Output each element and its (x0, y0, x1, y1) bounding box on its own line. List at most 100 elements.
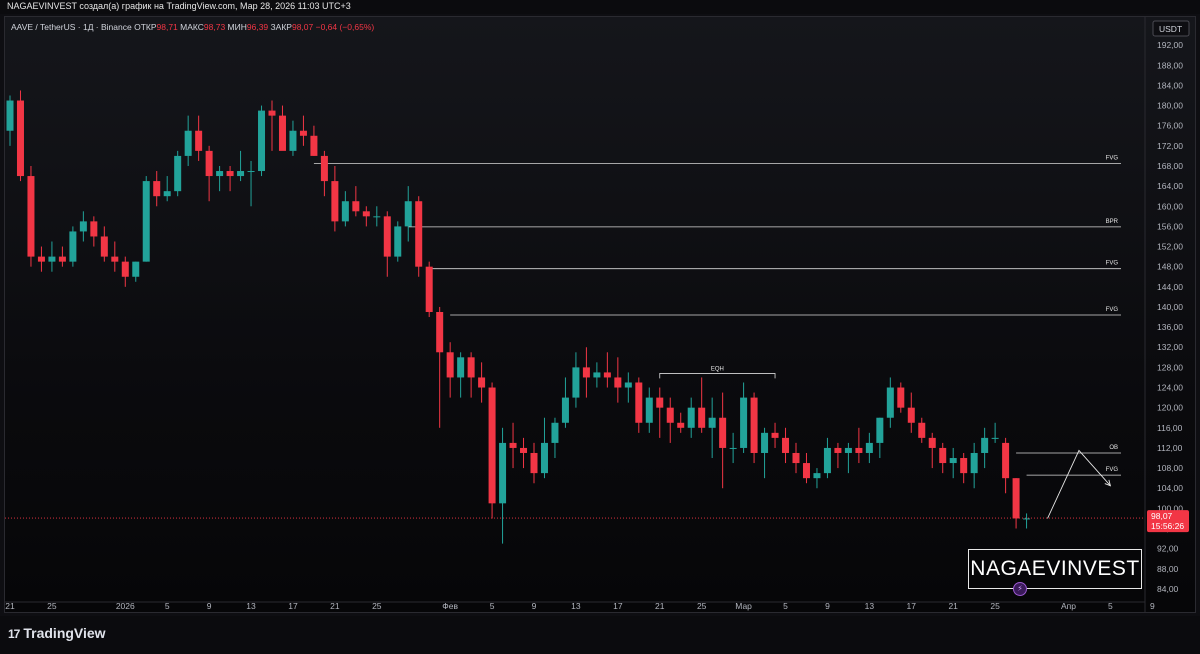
candle-body (1002, 442, 1010, 479)
candle-body (457, 357, 465, 378)
candle-body (184, 130, 192, 156)
candle-body (289, 130, 297, 151)
x-tick-label: 13 (571, 601, 581, 611)
candle-body (991, 437, 999, 439)
candle-body (79, 221, 87, 232)
candle-body (761, 432, 769, 453)
candle-body (383, 216, 391, 257)
level-label: FVG (1106, 467, 1119, 473)
level-label: FVG (1106, 155, 1119, 161)
y-tick-label: 176,00 (1157, 121, 1183, 131)
y-tick-label: 140,00 (1157, 302, 1183, 312)
candle-body (876, 417, 884, 443)
candle-body (603, 372, 611, 378)
candlestick-chart[interactable]: 84,0088,0092,0096,00100,00104,00108,0011… (5, 17, 1195, 612)
lightning-icon: ⚡ (1013, 582, 1027, 596)
candle-body (425, 266, 433, 312)
candle-body (729, 447, 737, 449)
legend-symbol: AAVE / TetherUS · 1Д · Binance (11, 22, 132, 32)
y-tick-label: 124,00 (1157, 383, 1183, 393)
candle-body (939, 447, 947, 464)
candle-body (436, 312, 444, 353)
eqh-bracket (659, 373, 776, 379)
candle-body (415, 201, 423, 267)
tradingview-logo-text: TradingView (23, 625, 106, 641)
legend-change: −0,64 (−0,65%) (313, 22, 374, 32)
y-tick-label: 92,00 (1157, 544, 1179, 554)
candle-body (352, 201, 360, 212)
candle-body (16, 100, 24, 177)
candle-body (226, 171, 234, 177)
candle-body (865, 442, 873, 453)
candle-body (310, 135, 318, 156)
candle-body (467, 357, 475, 378)
author-watermark: NAGAEVINVEST (968, 549, 1142, 589)
candle-body (656, 397, 664, 408)
candle-body (928, 437, 936, 448)
y-tick-label: 144,00 (1157, 282, 1183, 292)
x-tick-label: 5 (165, 601, 170, 611)
legend-high-value: 98,73 (204, 22, 226, 32)
candle-body (855, 447, 863, 453)
legend-open-value: 98,71 (157, 22, 179, 32)
x-tick-label: Мар (735, 601, 752, 611)
y-tick-label: 164,00 (1157, 181, 1183, 191)
candle-body (153, 181, 161, 197)
candle-body (48, 256, 56, 262)
x-tick-label: 21 (330, 601, 340, 611)
chart-header-bar: NAGAEVINVEST создал(а) график на Trading… (0, 0, 1200, 14)
candle-body (719, 417, 727, 448)
x-tick-label: 5 (490, 601, 495, 611)
chart-panel[interactable]: 84,0088,0092,0096,00100,00104,00108,0011… (4, 16, 1196, 613)
candle-body (771, 432, 779, 438)
x-tick-label: 17 (907, 601, 917, 611)
x-tick-label: 25 (990, 601, 1000, 611)
candle-body (792, 452, 800, 464)
y-tick-label: 108,00 (1157, 463, 1183, 473)
candle-body (216, 171, 224, 177)
candle-body (258, 110, 266, 172)
x-tick-label: 25 (697, 601, 707, 611)
candle-body (635, 382, 643, 423)
candle-body (740, 397, 748, 448)
y-tick-label: 88,00 (1157, 564, 1179, 574)
candle-body (897, 387, 905, 408)
x-tick-label: 13 (865, 601, 875, 611)
footer-bar (0, 616, 1200, 654)
y-tick-label: 192,00 (1157, 40, 1183, 50)
candle-body (100, 236, 108, 257)
candle-body (813, 473, 821, 479)
candle-body (970, 452, 978, 474)
candle-body (572, 367, 580, 398)
tradingview-logo[interactable]: 17 TradingView (8, 625, 106, 641)
legend-low-value: 96,39 (247, 22, 269, 32)
candle-body (886, 387, 894, 418)
candle-body (520, 447, 528, 453)
candle-body (362, 211, 370, 217)
chart-header-title: NAGAEVINVEST создал(а) график на Trading… (7, 1, 351, 11)
candle-body (111, 256, 119, 262)
y-tick-label: 160,00 (1157, 201, 1183, 211)
candle-body (278, 115, 286, 151)
candle-body (404, 201, 412, 227)
candle-body (750, 397, 758, 453)
candle-body (446, 352, 454, 378)
candle-body (960, 458, 968, 474)
x-tick-label: 9 (207, 601, 212, 611)
tradingview-logo-icon: 17 (8, 627, 20, 641)
y-tick-label: 104,00 (1157, 483, 1183, 493)
candle-body (163, 191, 171, 197)
candle-body (844, 447, 852, 453)
candle-body (27, 176, 35, 257)
y-tick-label: 112,00 (1157, 443, 1183, 453)
x-tick-label: Апр (1061, 601, 1076, 611)
y-tick-label: 180,00 (1157, 101, 1183, 111)
candle-body (582, 367, 590, 378)
level-label: BPR (1106, 219, 1119, 225)
candle-body (530, 452, 538, 474)
y-tick-label: 156,00 (1157, 221, 1183, 231)
candle-body (949, 458, 957, 464)
y-tick-label: 128,00 (1157, 362, 1183, 372)
candle-body (593, 372, 601, 378)
candle-body (499, 442, 507, 504)
